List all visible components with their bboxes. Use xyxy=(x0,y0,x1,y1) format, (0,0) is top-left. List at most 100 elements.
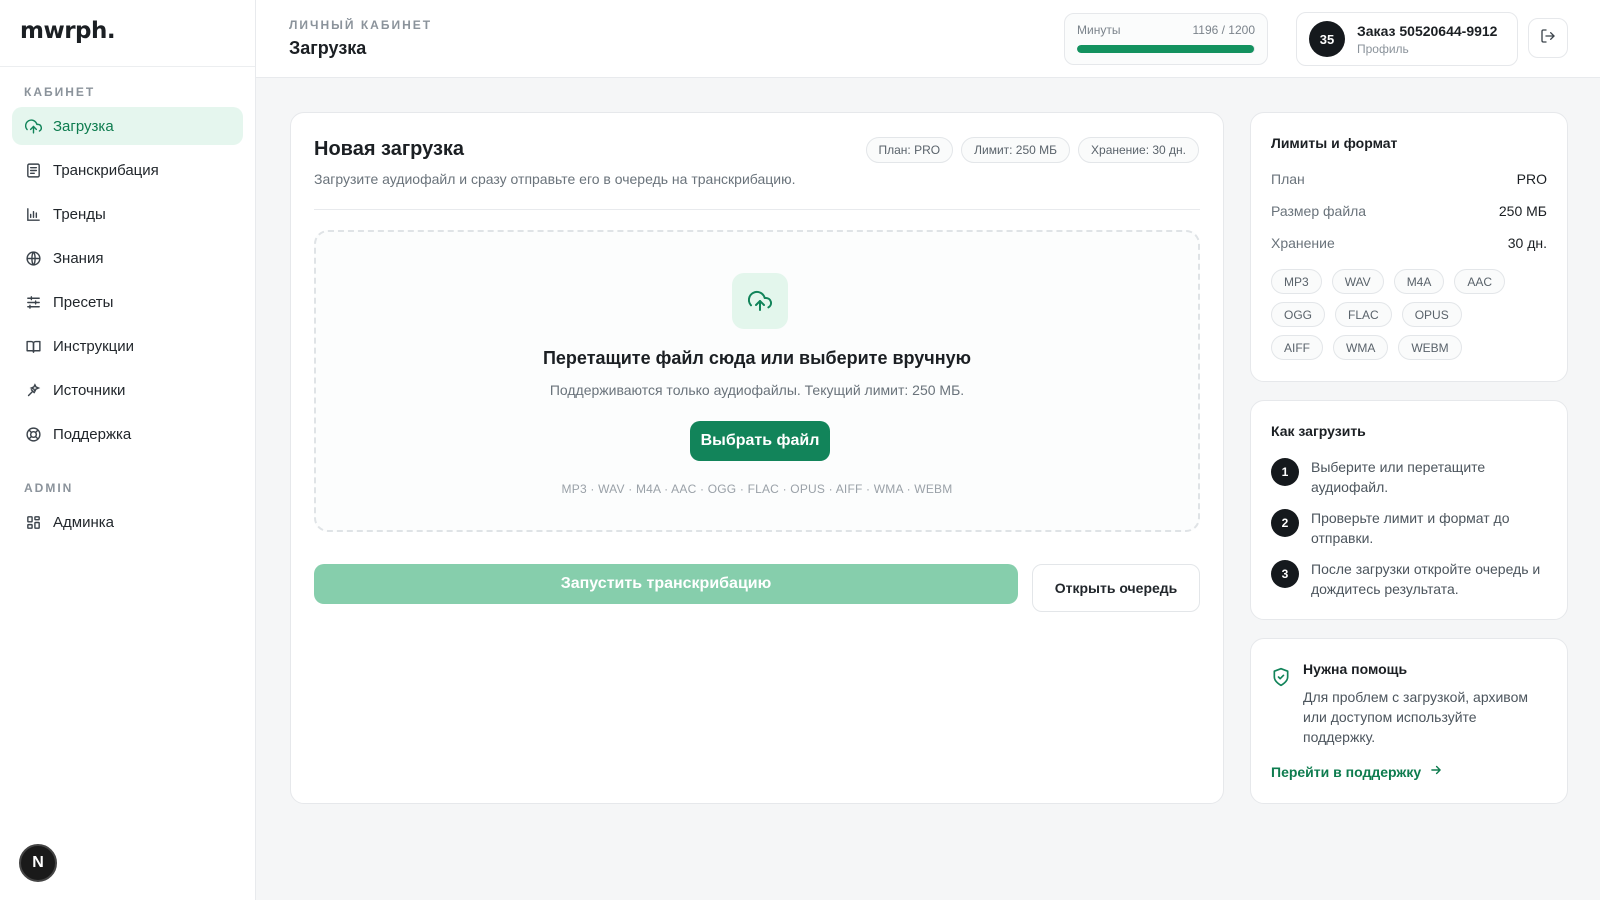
page-title: Загрузка xyxy=(289,38,367,58)
how-to-card: Как загрузить 1 Выберите или перетащите … xyxy=(1250,400,1568,620)
limit-value: PRO xyxy=(1516,171,1547,187)
profile-label: Профиль xyxy=(1357,41,1409,56)
app-badge-n[interactable]: N xyxy=(19,844,57,882)
limits-card: Лимиты и формат План PRO Размер файла 25… xyxy=(1250,112,1568,382)
book-icon xyxy=(24,337,42,355)
support-link[interactable]: Перейти в поддержку xyxy=(1271,763,1443,780)
limit-key: Хранение xyxy=(1271,235,1335,251)
upload-title: Новая загрузка xyxy=(314,138,465,160)
how-to-title: Как загрузить xyxy=(1271,423,1366,439)
sidebar-item-admin[interactable]: Админка xyxy=(12,503,243,541)
minutes-progress-fill xyxy=(1077,45,1255,53)
sidebar-item-label: Транскрибация xyxy=(53,161,159,179)
limit-value: 30 дн. xyxy=(1507,235,1547,251)
shield-check-icon xyxy=(1271,667,1291,692)
limit-row-plan: План PRO xyxy=(1271,171,1547,187)
upload-card: Новая загрузка Загрузите аудиофайл и сра… xyxy=(290,112,1224,804)
bar-chart-icon xyxy=(24,205,42,223)
top-header: ЛИЧНЫЙ КАБИНЕТ Загрузка Минуты 1196 / 12… xyxy=(256,0,1600,78)
sidebar-item-upload[interactable]: Загрузка xyxy=(12,107,243,145)
step-text: Проверьте лимит и формат до отправки. xyxy=(1311,510,1510,546)
section-label-cabinet: КАБИНЕТ xyxy=(24,85,96,99)
step-number: 2 xyxy=(1271,509,1299,537)
breadcrumb: ЛИЧНЫЙ КАБИНЕТ xyxy=(289,18,433,32)
minutes-value: 1196 / 1200 xyxy=(1192,23,1255,37)
limit-row-size: Размер файла 250 МБ xyxy=(1271,203,1547,219)
sidebar-item-sources[interactable]: Источники xyxy=(12,371,243,409)
start-transcription-button[interactable]: Запустить транскрибацию xyxy=(314,564,1018,604)
drop-subtitle: Поддерживаются только аудиофайлы. Текущи… xyxy=(549,382,965,398)
help-card: Нужна помощь Для проблем с загрузкой, ар… xyxy=(1250,638,1568,804)
limit-value: 250 МБ xyxy=(1498,203,1547,219)
limit-key: План xyxy=(1271,171,1305,187)
format-tag: OPUS xyxy=(1401,302,1462,327)
format-tag: WMA xyxy=(1333,335,1389,360)
step-text: Выберите или перетащите аудиофайл. xyxy=(1311,459,1486,495)
minutes-widget: Минуты 1196 / 1200 xyxy=(1064,13,1268,65)
avatar: 35 xyxy=(1309,21,1345,57)
logout-icon xyxy=(1540,28,1556,49)
drop-title: Перетащите файл сюда или выберите вручну… xyxy=(542,348,972,368)
help-text: Для проблем с загрузкой, архивом или дос… xyxy=(1303,689,1528,745)
step-item: 2 Проверьте лимит и формат до отправки. xyxy=(1271,508,1547,548)
minutes-progress-bar xyxy=(1077,45,1255,53)
sidebar-item-label: Админка xyxy=(53,513,114,531)
lifebuoy-icon xyxy=(24,425,42,443)
format-tag: FLAC xyxy=(1335,302,1392,327)
upload-cloud-icon xyxy=(732,273,788,329)
choose-file-button[interactable]: Выбрать файл xyxy=(690,421,830,461)
help-title: Нужна помощь xyxy=(1303,661,1408,677)
globe-icon xyxy=(24,249,42,267)
upload-cloud-icon xyxy=(24,117,42,135)
section-label-admin: ADMIN xyxy=(24,481,74,495)
sidebar-item-label: Инструкции xyxy=(53,337,135,355)
sidebar-item-presets[interactable]: Пресеты xyxy=(12,283,243,321)
sliders-icon xyxy=(24,293,42,311)
sidebar-item-label: Загрузка xyxy=(53,117,114,135)
order-profile-button[interactable]: 35 Заказ 50520644-9912 Профиль xyxy=(1296,12,1518,66)
sidebar-item-label: Пресеты xyxy=(53,293,114,311)
document-icon xyxy=(24,161,42,179)
sidebar-item-support[interactable]: Поддержка xyxy=(12,415,243,453)
divider xyxy=(314,209,1200,210)
supported-formats: MP3 · WAV · M4A · AAC · OGG · FLAC · OPU… xyxy=(561,482,953,496)
format-tag: M4A xyxy=(1393,269,1445,294)
format-tag: WEBM xyxy=(1398,335,1462,360)
sidebar-item-knowledge[interactable]: Знания xyxy=(12,239,243,277)
file-drop-zone[interactable]: Перетащите файл сюда или выберите вручну… xyxy=(314,230,1200,532)
plan-pill: План: PRO xyxy=(865,137,954,163)
upload-subtitle: Загрузите аудиофайл и сразу отправьте ег… xyxy=(314,171,796,187)
app-logo[interactable]: mwrph. xyxy=(0,0,255,67)
limit-key: Размер файла xyxy=(1271,203,1367,219)
sidebar-item-label: Знания xyxy=(53,249,104,267)
limits-title: Лимиты и формат xyxy=(1271,135,1398,151)
sidebar: mwrph. КАБИНЕТ Загрузка Транскрибация Тр… xyxy=(0,0,256,900)
support-link-label: Перейти в поддержку xyxy=(1271,763,1422,780)
plan-pills: План: PRO Лимит: 250 МБ Хранение: 30 дн. xyxy=(865,137,1199,163)
limit-row-storage: Хранение 30 дн. xyxy=(1271,235,1547,251)
sidebar-item-label: Источники xyxy=(53,381,126,399)
order-title: Заказ 50520644-9912 xyxy=(1357,22,1498,39)
sidebar-item-trends[interactable]: Тренды xyxy=(12,195,243,233)
step-number: 3 xyxy=(1271,560,1299,588)
storage-pill: Хранение: 30 дн. xyxy=(1078,137,1199,163)
logout-button[interactable] xyxy=(1528,18,1568,58)
step-item: 1 Выберите или перетащите аудиофайл. xyxy=(1271,457,1547,497)
sidebar-item-label: Поддержка xyxy=(53,425,132,443)
minutes-label: Минуты xyxy=(1077,23,1121,37)
step-number: 1 xyxy=(1271,458,1299,486)
sidebar-item-instructions[interactable]: Инструкции xyxy=(12,327,243,365)
format-tag: AAC xyxy=(1454,269,1506,294)
sidebar-item-label: Тренды xyxy=(53,205,106,223)
sources-icon xyxy=(24,381,42,399)
limit-pill: Лимит: 250 МБ xyxy=(961,137,1071,163)
arrow-right-icon xyxy=(1421,763,1443,780)
grid-icon xyxy=(24,513,42,531)
format-tag: AIFF xyxy=(1271,335,1323,360)
format-tag: WAV xyxy=(1331,269,1384,294)
step-item: 3 После загрузки откройте очередь и дожд… xyxy=(1271,559,1547,599)
format-tag: OGG xyxy=(1271,302,1326,327)
format-tags: MP3 WAV M4A AAC OGG FLAC OPUS AIFF WMA W… xyxy=(1271,269,1519,360)
sidebar-item-transcription[interactable]: Транскрибация xyxy=(12,151,243,189)
open-queue-button[interactable]: Открыть очередь xyxy=(1032,564,1200,612)
